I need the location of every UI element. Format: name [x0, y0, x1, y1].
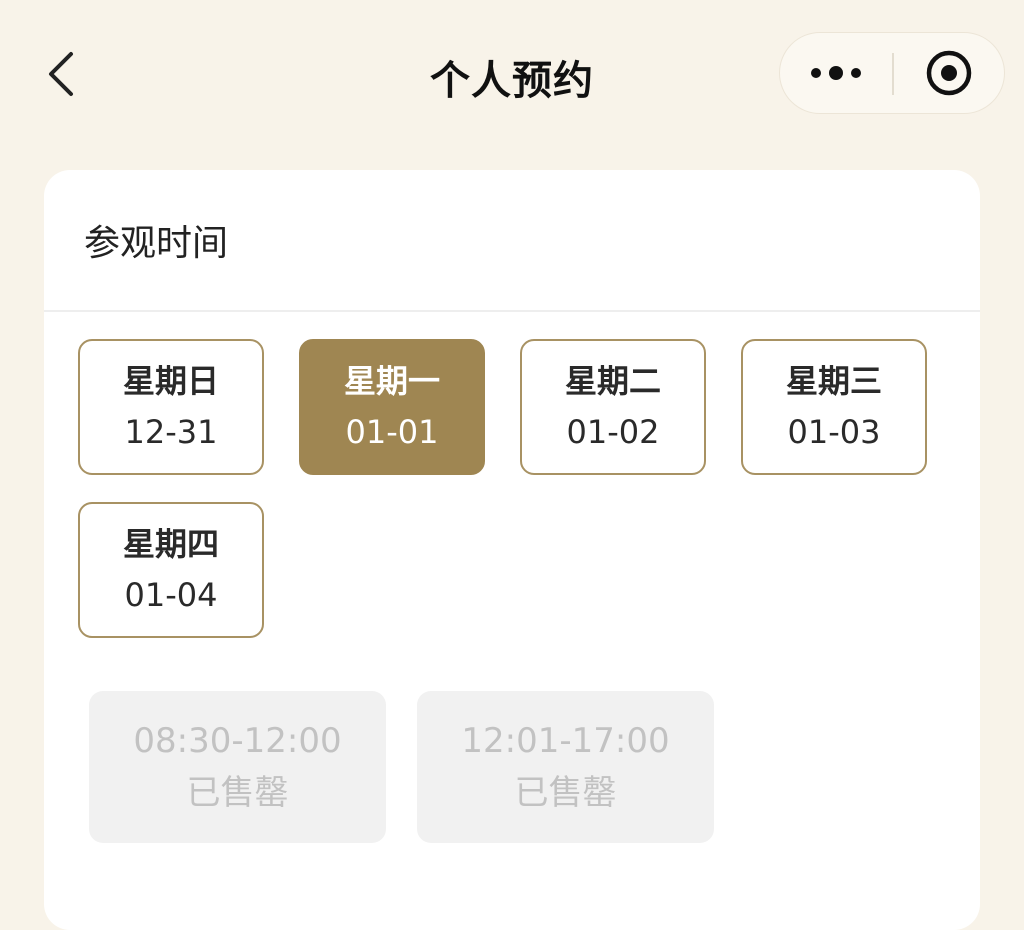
- time-slot-range: 12:01-17:00: [461, 721, 670, 761]
- close-button[interactable]: [894, 33, 1004, 113]
- date-weekday: 星期日: [122, 362, 219, 400]
- time-slot-sold-out: 08:30-12:00 已售罄: [89, 691, 386, 843]
- time-slot-status: 已售罄: [514, 773, 617, 813]
- date-weekday: 星期四: [122, 525, 219, 563]
- date-option[interactable]: 星期日 12-31: [78, 339, 264, 475]
- date-value: 01-04: [124, 576, 218, 614]
- divider: [44, 310, 980, 312]
- section-title: 参观时间: [84, 223, 229, 264]
- navigation-bar: 个人预约: [0, 0, 1024, 150]
- more-button[interactable]: [780, 33, 892, 113]
- date-value: 01-03: [787, 413, 881, 451]
- date-option[interactable]: 星期三 01-03: [741, 339, 927, 475]
- date-weekday: 星期二: [564, 362, 661, 400]
- time-slot-status: 已售罄: [186, 773, 289, 813]
- time-slot-range: 08:30-12:00: [133, 721, 342, 761]
- date-value: 01-01: [345, 413, 439, 451]
- visit-time-card: 参观时间 星期日 12-31 星期一 01-01 星期二 01-02 星期三 0…: [44, 170, 980, 930]
- date-option[interactable]: 星期四 01-04: [78, 502, 264, 638]
- date-value: 12-31: [124, 413, 218, 451]
- miniprogram-capsule: [779, 32, 1005, 114]
- target-circle-icon: [926, 50, 972, 96]
- date-value: 01-02: [566, 413, 660, 451]
- time-slot-sold-out: 12:01-17:00 已售罄: [417, 691, 714, 843]
- more-dots-icon: [811, 66, 861, 80]
- date-option-selected[interactable]: 星期一 01-01: [299, 339, 485, 475]
- date-weekday: 星期三: [785, 362, 882, 400]
- date-option[interactable]: 星期二 01-02: [520, 339, 706, 475]
- date-weekday: 星期一: [343, 362, 440, 400]
